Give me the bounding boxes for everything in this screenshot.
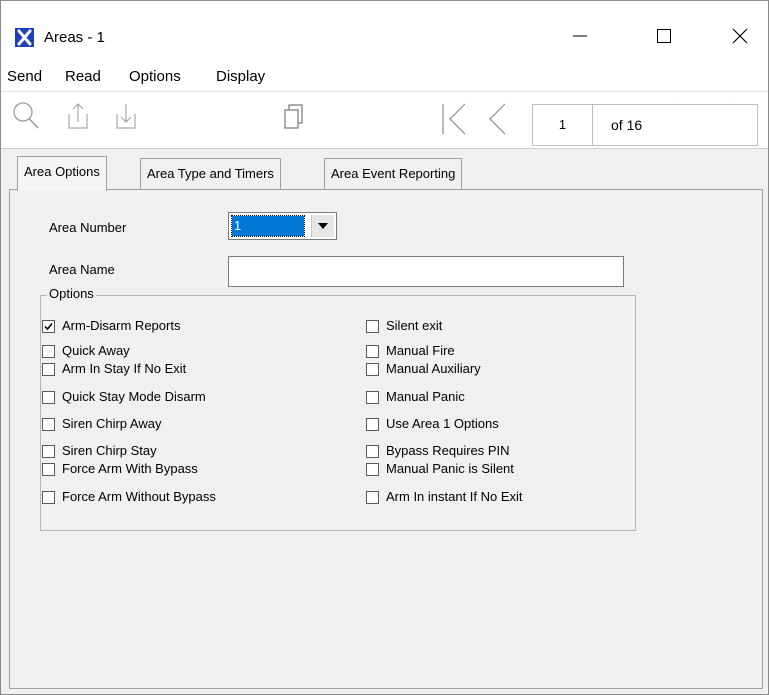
checkbox[interactable] (366, 363, 379, 376)
checkbox[interactable] (42, 363, 55, 376)
checkbox-label: Manual Panic is Silent (386, 461, 514, 476)
checkbox-label: Force Arm With Bypass (62, 461, 198, 476)
checkbox-label: Manual Auxiliary (386, 361, 481, 376)
checkbox-label: Force Arm Without Bypass (62, 489, 216, 504)
areas-window: Areas - 1 Send Read Options Display 1 of… (0, 0, 769, 695)
close-button[interactable] (717, 17, 763, 53)
first-page-icon[interactable] (437, 100, 471, 138)
checkbox-label: Manual Panic (386, 389, 465, 404)
menu-display[interactable]: Display (216, 68, 265, 85)
area-name-label: Area Name (49, 262, 115, 277)
checkbox[interactable] (366, 345, 379, 358)
tab-area-event-reporting[interactable]: Area Event Reporting (324, 158, 463, 189)
title-bar[interactable]: Areas - 1 (1, 1, 768, 63)
search-icon[interactable] (11, 100, 41, 132)
checkbox-label: Silent exit (386, 318, 443, 333)
maximize-icon (657, 29, 671, 43)
menu-read[interactable]: Read (65, 68, 101, 85)
x-logo-icon (15, 28, 34, 47)
checkbox[interactable] (42, 463, 55, 476)
tab-area-type-and-timers[interactable]: Area Type and Timers (140, 158, 281, 189)
checkbox[interactable] (42, 391, 55, 404)
checkbox-label: Siren Chirp Stay (62, 443, 157, 458)
area-number-value: 1 (231, 215, 305, 237)
minimize-icon (573, 35, 587, 37)
checkbox-label: Arm In instant If No Exit (386, 489, 523, 504)
checkbox[interactable] (366, 445, 379, 458)
checkbox-label: Manual Fire (386, 343, 455, 358)
chevron-down-icon (318, 223, 328, 229)
area-options-panel: Area Number 1 Area Name Options Arm-Disa… (9, 189, 763, 689)
page-count-label: of 16 (611, 117, 643, 133)
checkbox-label: Quick Stay Mode Disarm (62, 389, 206, 404)
tab-area-options[interactable]: Area Options (17, 156, 107, 191)
checkbox[interactable] (42, 418, 55, 431)
previous-page-icon[interactable] (485, 100, 511, 138)
checkbox-label: Arm-Disarm Reports (62, 318, 181, 333)
download-icon[interactable] (113, 100, 139, 132)
checkbox-label: Arm In Stay If No Exit (62, 361, 187, 376)
area-number-label: Area Number (49, 220, 127, 235)
checkbox-label: Bypass Requires PIN (386, 443, 510, 458)
copy-icon[interactable] (281, 100, 307, 132)
page-number-input[interactable]: 1 (533, 105, 593, 145)
check-icon (44, 322, 53, 331)
menu-send[interactable]: Send (7, 68, 42, 85)
options-legend: Options (47, 286, 96, 301)
checkbox[interactable] (366, 391, 379, 404)
upload-icon[interactable] (65, 100, 91, 132)
area-number-select[interactable]: 1 (228, 212, 337, 240)
page-navigator: 1 of 16 (532, 104, 758, 146)
checkbox[interactable] (366, 491, 379, 504)
checkbox[interactable] (42, 445, 55, 458)
checkbox[interactable] (366, 418, 379, 431)
area-name-input[interactable] (228, 256, 624, 287)
checkbox[interactable] (366, 463, 379, 476)
checkbox[interactable] (366, 320, 379, 333)
window-title: Areas - 1 (44, 29, 105, 46)
tab-control: Area Options Area Type and Timers Area E… (1, 147, 768, 694)
checkbox[interactable] (42, 491, 55, 504)
checkbox-label: Use Area 1 Options (386, 416, 499, 431)
close-icon (732, 28, 748, 44)
checkbox[interactable] (42, 345, 55, 358)
checkbox-label: Quick Away (62, 343, 130, 358)
menu-options[interactable]: Options (129, 68, 181, 85)
menu-bar: Send Read Options Display (1, 63, 768, 91)
checkbox-label: Siren Chirp Away (62, 416, 162, 431)
checkbox[interactable] (42, 320, 55, 333)
minimize-button[interactable] (557, 17, 603, 53)
maximize-button[interactable] (641, 17, 687, 53)
dropdown-button[interactable] (311, 215, 334, 237)
